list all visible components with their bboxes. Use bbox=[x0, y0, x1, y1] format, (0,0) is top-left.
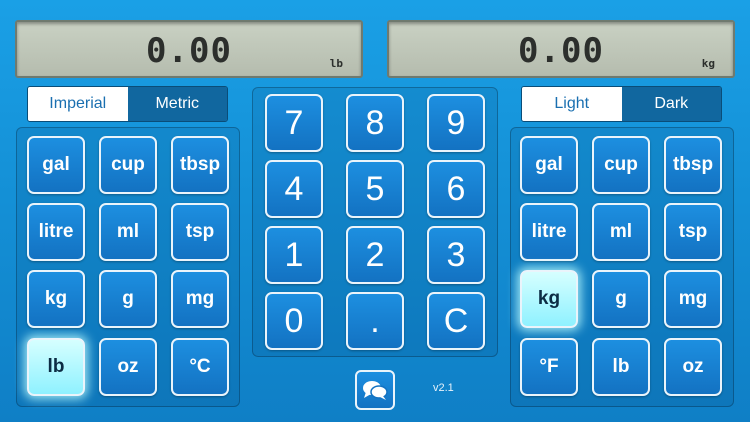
to-unit-fahrenheit[interactable]: °F bbox=[520, 338, 578, 396]
from-unit-cup[interactable]: cup bbox=[99, 136, 157, 194]
from-unit-celsius[interactable]: °C bbox=[171, 338, 229, 396]
key-7[interactable]: 7 bbox=[265, 94, 323, 152]
key-8[interactable]: 8 bbox=[346, 94, 404, 152]
key-decimal[interactable]: . bbox=[346, 292, 404, 350]
right-display: 0.00 kg bbox=[387, 20, 735, 78]
to-unit-g[interactable]: g bbox=[592, 270, 650, 328]
key-2[interactable]: 2 bbox=[346, 226, 404, 284]
left-display-unit: lb bbox=[329, 57, 343, 70]
to-unit-gal[interactable]: gal bbox=[520, 136, 578, 194]
theme-toggle: Light Dark bbox=[521, 86, 722, 122]
to-unit-kg[interactable]: kg bbox=[520, 270, 578, 328]
from-unit-lb[interactable]: lb bbox=[27, 338, 85, 396]
key-6[interactable]: 6 bbox=[427, 160, 485, 218]
from-unit-oz[interactable]: oz bbox=[99, 338, 157, 396]
right-display-unit: kg bbox=[701, 57, 715, 70]
to-unit-tbsp[interactable]: tbsp bbox=[664, 136, 722, 194]
version-label: v2.1 bbox=[433, 382, 454, 394]
key-1[interactable]: 1 bbox=[265, 226, 323, 284]
key-3[interactable]: 3 bbox=[427, 226, 485, 284]
dark-option[interactable]: Dark bbox=[621, 87, 721, 121]
key-4[interactable]: 4 bbox=[265, 160, 323, 218]
left-display: 0.00 lb bbox=[15, 20, 363, 78]
from-unit-ml[interactable]: ml bbox=[99, 203, 157, 261]
key-0[interactable]: 0 bbox=[265, 292, 323, 350]
key-5[interactable]: 5 bbox=[346, 160, 404, 218]
to-unit-mg[interactable]: mg bbox=[664, 270, 722, 328]
to-unit-cup[interactable]: cup bbox=[592, 136, 650, 194]
key-clear[interactable]: C bbox=[427, 292, 485, 350]
right-display-value: 0.00 bbox=[518, 31, 604, 71]
chat-bubbles-icon bbox=[363, 381, 388, 400]
imperial-option[interactable]: Imperial bbox=[28, 87, 128, 121]
to-unit-ml[interactable]: ml bbox=[592, 203, 650, 261]
from-unit-g[interactable]: g bbox=[99, 270, 157, 328]
from-unit-mg[interactable]: mg bbox=[171, 270, 229, 328]
chat-button[interactable] bbox=[355, 370, 395, 410]
to-unit-litre[interactable]: litre bbox=[520, 203, 578, 261]
from-unit-litre[interactable]: litre bbox=[27, 203, 85, 261]
from-unit-tsp[interactable]: tsp bbox=[171, 203, 229, 261]
light-option[interactable]: Light bbox=[522, 87, 622, 121]
from-unit-gal[interactable]: gal bbox=[27, 136, 85, 194]
to-unit-tsp[interactable]: tsp bbox=[664, 203, 722, 261]
to-unit-lb[interactable]: lb bbox=[592, 338, 650, 396]
left-display-value: 0.00 bbox=[146, 31, 232, 71]
to-unit-oz[interactable]: oz bbox=[664, 338, 722, 396]
system-toggle: Imperial Metric bbox=[27, 86, 228, 122]
from-unit-kg[interactable]: kg bbox=[27, 270, 85, 328]
metric-option[interactable]: Metric bbox=[127, 87, 227, 121]
key-9[interactable]: 9 bbox=[427, 94, 485, 152]
from-unit-tbsp[interactable]: tbsp bbox=[171, 136, 229, 194]
